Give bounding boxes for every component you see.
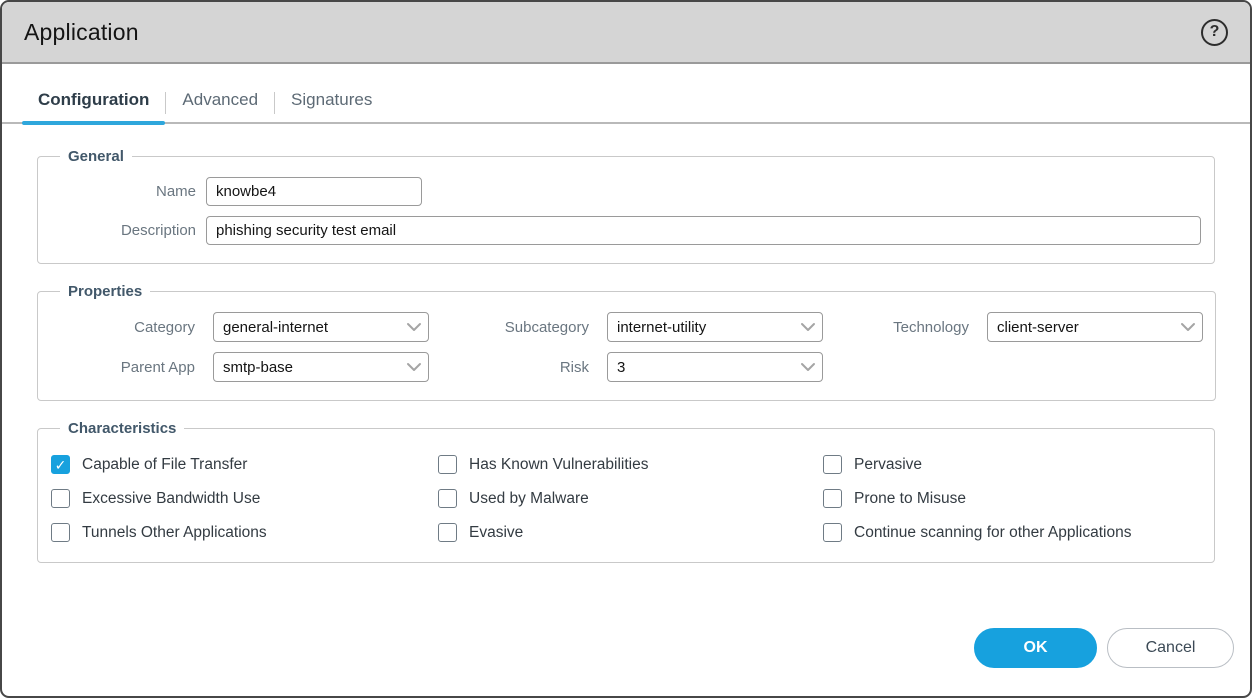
checkbox-label: Evasive [469,524,523,542]
checkbox-prone-to-misuse[interactable]: ✓ Prone to Misuse [823,489,1202,508]
chevron-down-icon [800,322,816,332]
subcategory-label: Subcategory [437,319,599,336]
description-label: Description [50,222,206,239]
checkbox-label: Used by Malware [469,490,589,508]
dialog-footer: OK Cancel [2,628,1250,696]
help-icon: ? [1210,24,1220,40]
checkbox[interactable]: ✓ [51,523,70,542]
checkbox[interactable]: ✓ [823,523,842,542]
name-label: Name [50,183,206,200]
checkbox[interactable]: ✓ [51,455,70,474]
chevron-down-icon [800,362,816,372]
checkbox[interactable]: ✓ [438,455,457,474]
title-bar: Application ? [2,2,1250,64]
checkbox[interactable]: ✓ [438,523,457,542]
checkbox-label: Excessive Bandwidth Use [82,490,260,508]
configuration-panel: General Name Description Properties Cate… [2,124,1250,696]
checkbox-evasive[interactable]: ✓ Evasive [438,523,823,542]
risk-select[interactable]: 3 [607,352,823,382]
checkbox-has-known-vulnerabilities[interactable]: ✓ Has Known Vulnerabilities [438,455,823,474]
ok-button[interactable]: OK [974,628,1097,668]
description-row: Description [50,216,1202,245]
checkbox-tunnels-other-applications[interactable]: ✓ Tunnels Other Applications [51,523,438,542]
characteristics-legend: Characteristics [60,420,184,437]
tab-bar: Configuration Advanced Signatures [2,90,1250,124]
parent-app-select[interactable]: smtp-base [213,352,429,382]
risk-value: 3 [617,359,800,376]
properties-grid: Category general-internet Subcategory in… [50,312,1203,382]
checkbox-label: Capable of File Transfer [82,456,247,474]
checkbox[interactable]: ✓ [823,455,842,474]
characteristics-section: Characteristics ✓ Capable of File Transf… [37,420,1215,563]
category-label: Category [50,319,205,336]
checkbox-label: Prone to Misuse [854,490,966,508]
parent-app-label: Parent App [50,359,205,376]
characteristics-grid: ✓ Capable of File Transfer ✓ Has Known V… [50,449,1202,548]
application-dialog: Application ? Configuration Advanced Sig… [0,0,1252,698]
risk-label: Risk [437,359,599,376]
parent-app-value: smtp-base [223,359,406,376]
tab-configuration[interactable]: Configuration [22,90,165,122]
category-select[interactable]: general-internet [213,312,429,342]
tab-label: Advanced [182,90,258,109]
chevron-down-icon [406,362,422,372]
technology-value: client-server [997,319,1180,336]
tab-advanced[interactable]: Advanced [166,90,274,122]
checkbox[interactable]: ✓ [51,489,70,508]
checkbox[interactable]: ✓ [438,489,457,508]
checkbox-pervasive[interactable]: ✓ Pervasive [823,455,1202,474]
properties-legend: Properties [60,283,150,300]
tab-label: Configuration [38,90,149,109]
name-row: Name [50,177,1202,206]
dialog-title: Application [24,19,139,46]
subcategory-value: internet-utility [617,319,800,336]
checkbox-excessive-bandwidth-use[interactable]: ✓ Excessive Bandwidth Use [51,489,438,508]
help-button[interactable]: ? [1201,19,1228,46]
tab-label: Signatures [291,90,372,109]
checkbox-label: Pervasive [854,456,922,474]
subcategory-select[interactable]: internet-utility [607,312,823,342]
checkbox-label: Tunnels Other Applications [82,524,267,542]
technology-select[interactable]: client-server [987,312,1203,342]
properties-section: Properties Category general-internet Sub… [37,283,1216,401]
checkbox-capable-of-file-transfer[interactable]: ✓ Capable of File Transfer [51,455,438,474]
check-icon: ✓ [55,458,67,472]
checkbox[interactable]: ✓ [823,489,842,508]
description-input[interactable] [206,216,1201,245]
checkbox-label: Continue scanning for other Applications [854,524,1131,542]
technology-label: Technology [831,319,979,336]
general-legend: General [60,148,132,165]
checkbox-label: Has Known Vulnerabilities [469,456,649,474]
general-section: General Name Description [37,148,1215,264]
tab-signatures[interactable]: Signatures [275,90,388,122]
cancel-button[interactable]: Cancel [1107,628,1234,668]
category-value: general-internet [223,319,406,336]
name-input[interactable] [206,177,422,206]
checkbox-continue-scanning-for-other-applications[interactable]: ✓ Continue scanning for other Applicatio… [823,523,1202,542]
checkbox-used-by-malware[interactable]: ✓ Used by Malware [438,489,823,508]
chevron-down-icon [1180,322,1196,332]
chevron-down-icon [406,322,422,332]
